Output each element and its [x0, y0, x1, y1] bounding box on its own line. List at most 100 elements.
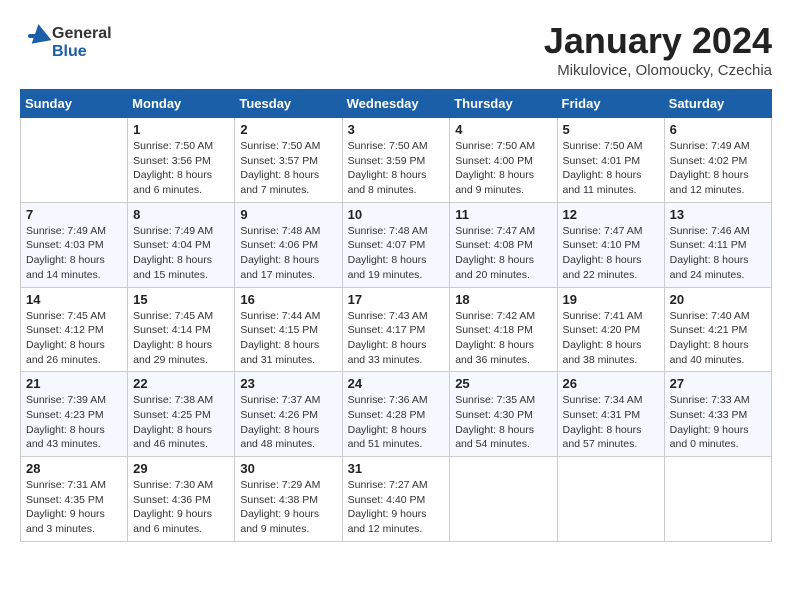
day-cell: 1 Sunrise: 7:50 AMSunset: 3:56 PMDaylight… — [128, 118, 235, 203]
day-number: 22 — [133, 376, 229, 391]
day-number: 1 — [133, 122, 229, 137]
day-cell: 13 Sunrise: 7:46 AMSunset: 4:11 PMDayligh… — [664, 202, 771, 287]
day-info: Sunrise: 7:41 AMSunset: 4:20 PMDaylight:… — [563, 309, 659, 368]
day-number: 20 — [670, 292, 766, 307]
day-info: Sunrise: 7:31 AMSunset: 4:35 PMDaylight:… — [26, 478, 122, 537]
header-saturday: Saturday — [664, 90, 771, 118]
day-info: Sunrise: 7:42 AMSunset: 4:18 PMDaylight:… — [455, 309, 551, 368]
header-monday: Monday — [128, 90, 235, 118]
day-number: 31 — [348, 461, 445, 476]
day-info: Sunrise: 7:40 AMSunset: 4:21 PMDaylight:… — [670, 309, 766, 368]
header-tuesday: Tuesday — [235, 90, 342, 118]
day-number: 11 — [455, 207, 551, 222]
day-cell: 27 Sunrise: 7:33 AMSunset: 4:33 PMDayligh… — [664, 372, 771, 457]
day-cell: 2Sunrise: 7:50 AMSunset: 3:57 PMDaylight… — [235, 118, 342, 203]
day-number: 30 — [240, 461, 336, 476]
day-number: 19 — [563, 292, 659, 307]
title-area: January 2024 Mikulovice, Olomoucky, Czec… — [544, 20, 772, 79]
day-number: 2 — [240, 122, 336, 137]
day-cell: 31 Sunrise: 7:27 AMSunset: 4:40 PMDayligh… — [342, 457, 450, 542]
day-number: 14 — [26, 292, 122, 307]
day-info: Sunrise: 7:48 AMSunset: 4:06 PMDaylight:… — [240, 224, 336, 283]
day-cell: 17 Sunrise: 7:43 AMSunset: 4:17 PMDayligh… — [342, 287, 450, 372]
day-info: Sunrise: 7:27 AMSunset: 4:40 PMDaylight:… — [348, 478, 445, 537]
day-cell — [450, 457, 557, 542]
day-info: Sunrise: 7:33 AMSunset: 4:33 PMDaylight:… — [670, 393, 766, 452]
day-cell: 5Sunrise: 7:50 AMSunset: 4:01 PMDaylight… — [557, 118, 664, 203]
day-cell: 30 Sunrise: 7:29 AMSunset: 4:38 PMDayligh… — [235, 457, 342, 542]
day-info: Sunrise: 7:48 AMSunset: 4:07 PMDaylight:… — [348, 224, 445, 283]
day-cell — [557, 457, 664, 542]
day-cell: 11 Sunrise: 7:47 AMSunset: 4:08 PMDayligh… — [450, 202, 557, 287]
day-info: Sunrise: 7:30 AMSunset: 4:36 PMDaylight:… — [133, 478, 229, 537]
day-number: 24 — [348, 376, 445, 391]
day-number: 13 — [670, 207, 766, 222]
day-number: 23 — [240, 376, 336, 391]
day-info: Sunrise: 7:50 AMSunset: 4:01 PMDaylight:… — [563, 139, 659, 198]
day-number: 21 — [26, 376, 122, 391]
week-row-5: 28 Sunrise: 7:31 AMSunset: 4:35 PMDayligh… — [21, 457, 772, 542]
day-cell: 3 Sunrise: 7:50 AMSunset: 3:59 PMDaylight… — [342, 118, 450, 203]
header-thursday: Thursday — [450, 90, 557, 118]
day-info: Sunrise: 7:29 AMSunset: 4:38 PMDaylight:… — [240, 478, 336, 537]
header: General Blue January 2024 Mikulovice, Ol… — [20, 20, 772, 79]
day-info: Sunrise: 7:46 AMSunset: 4:11 PMDaylight:… — [670, 224, 766, 283]
day-info: Sunrise: 7:44 AMSunset: 4:15 PMDaylight:… — [240, 309, 336, 368]
day-info: Sunrise: 7:47 AMSunset: 4:10 PMDaylight:… — [563, 224, 659, 283]
day-info: Sunrise: 7:50 AMSunset: 3:56 PMDaylight:… — [133, 139, 229, 198]
day-number: 29 — [133, 461, 229, 476]
day-cell: 22 Sunrise: 7:38 AMSunset: 4:25 PMDayligh… — [128, 372, 235, 457]
svg-text:General: General — [52, 25, 112, 42]
day-cell: 16 Sunrise: 7:44 AMSunset: 4:15 PMDayligh… — [235, 287, 342, 372]
calendar-table: SundayMondayTuesdayWednesdayThursdayFrid… — [20, 89, 772, 542]
day-cell — [21, 118, 128, 203]
header-sunday: Sunday — [21, 90, 128, 118]
week-row-2: 7Sunrise: 7:49 AMSunset: 4:03 PMDaylight… — [21, 202, 772, 287]
day-cell: 7Sunrise: 7:49 AMSunset: 4:03 PMDaylight… — [21, 202, 128, 287]
day-number: 4 — [455, 122, 551, 137]
day-cell: 19 Sunrise: 7:41 AMSunset: 4:20 PMDayligh… — [557, 287, 664, 372]
day-info: Sunrise: 7:37 AMSunset: 4:26 PMDaylight:… — [240, 393, 336, 452]
day-number: 16 — [240, 292, 336, 307]
day-info: Sunrise: 7:49 AMSunset: 4:02 PMDaylight:… — [670, 139, 766, 198]
day-cell: 12Sunrise: 7:47 AMSunset: 4:10 PMDayligh… — [557, 202, 664, 287]
day-info: Sunrise: 7:47 AMSunset: 4:08 PMDaylight:… — [455, 224, 551, 283]
day-info: Sunrise: 7:34 AMSunset: 4:31 PMDaylight:… — [563, 393, 659, 452]
day-cell: 21 Sunrise: 7:39 AMSunset: 4:23 PMDayligh… — [21, 372, 128, 457]
day-info: Sunrise: 7:43 AMSunset: 4:17 PMDaylight:… — [348, 309, 445, 368]
logo-svg: General Blue — [20, 20, 130, 65]
day-info: Sunrise: 7:36 AMSunset: 4:28 PMDaylight:… — [348, 393, 445, 452]
day-number: 26 — [563, 376, 659, 391]
week-row-4: 21 Sunrise: 7:39 AMSunset: 4:23 PMDayligh… — [21, 372, 772, 457]
day-cell: 24 Sunrise: 7:36 AMSunset: 4:28 PMDayligh… — [342, 372, 450, 457]
day-cell: 25Sunrise: 7:35 AMSunset: 4:30 PMDayligh… — [450, 372, 557, 457]
day-number: 10 — [348, 207, 445, 222]
day-cell — [664, 457, 771, 542]
day-cell: 26 Sunrise: 7:34 AMSunset: 4:31 PMDayligh… — [557, 372, 664, 457]
day-number: 8 — [133, 207, 229, 222]
day-cell: 10 Sunrise: 7:48 AMSunset: 4:07 PMDayligh… — [342, 202, 450, 287]
day-info: Sunrise: 7:35 AMSunset: 4:30 PMDaylight:… — [455, 393, 551, 452]
week-row-1: 1 Sunrise: 7:50 AMSunset: 3:56 PMDaylight… — [21, 118, 772, 203]
day-info: Sunrise: 7:49 AMSunset: 4:03 PMDaylight:… — [26, 224, 122, 283]
day-number: 3 — [348, 122, 445, 137]
day-info: Sunrise: 7:39 AMSunset: 4:23 PMDaylight:… — [26, 393, 122, 452]
day-info: Sunrise: 7:45 AMSunset: 4:12 PMDaylight:… — [26, 309, 122, 368]
day-cell: 29 Sunrise: 7:30 AMSunset: 4:36 PMDayligh… — [128, 457, 235, 542]
svg-text:Blue: Blue — [52, 43, 87, 60]
day-info: Sunrise: 7:50 AMSunset: 4:00 PMDaylight:… — [455, 139, 551, 198]
day-number: 27 — [670, 376, 766, 391]
day-cell: 28 Sunrise: 7:31 AMSunset: 4:35 PMDayligh… — [21, 457, 128, 542]
header-row: SundayMondayTuesdayWednesdayThursdayFrid… — [21, 90, 772, 118]
day-number: 6 — [670, 122, 766, 137]
day-info: Sunrise: 7:50 AMSunset: 3:59 PMDaylight:… — [348, 139, 445, 198]
day-number: 17 — [348, 292, 445, 307]
day-info: Sunrise: 7:45 AMSunset: 4:14 PMDaylight:… — [133, 309, 229, 368]
day-info: Sunrise: 7:38 AMSunset: 4:25 PMDaylight:… — [133, 393, 229, 452]
day-cell: 8Sunrise: 7:49 AMSunset: 4:04 PMDaylight… — [128, 202, 235, 287]
day-cell: 9 Sunrise: 7:48 AMSunset: 4:06 PMDaylight… — [235, 202, 342, 287]
day-cell: 23 Sunrise: 7:37 AMSunset: 4:26 PMDayligh… — [235, 372, 342, 457]
day-number: 9 — [240, 207, 336, 222]
day-number: 28 — [26, 461, 122, 476]
month-title: January 2024 — [544, 20, 772, 62]
